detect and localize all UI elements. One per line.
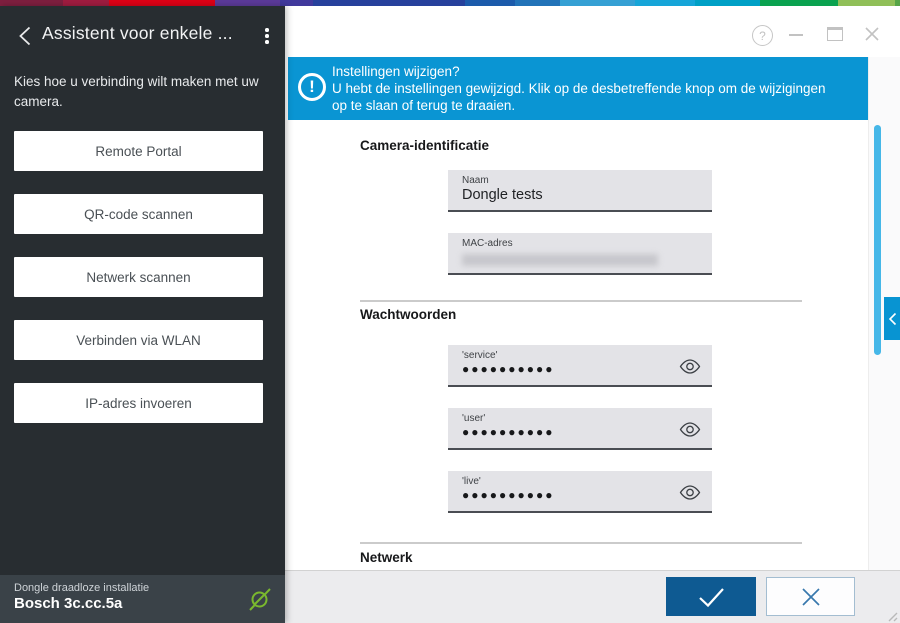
banner-text: Instellingen wijzigen? U hebt de instell… — [332, 63, 837, 114]
banner-message: U hebt de instellingen gewijzigd. Klik o… — [332, 81, 826, 113]
password-live-value: ●●●●●●●●●● — [462, 488, 555, 502]
dongle-connected-icon — [246, 585, 274, 613]
checkmark-icon — [699, 587, 724, 607]
help-icon[interactable]: ? — [752, 25, 773, 46]
minimize-icon[interactable] — [789, 34, 803, 36]
alert-icon: ! — [298, 73, 326, 101]
sidebar-button-connect-wlan[interactable]: Verbinden via WLAN — [14, 320, 263, 360]
password-user-value: ●●●●●●●●●● — [462, 425, 555, 439]
password-service-label: 'service' — [462, 350, 498, 361]
sidebar-footer: Dongle draadloze installatie Bosch 3c.cc… — [0, 575, 285, 623]
banner-title: Instellingen wijzigen? — [332, 64, 460, 79]
scrollbar-thumb[interactable] — [874, 125, 881, 355]
alert-glyph: ! — [309, 77, 315, 96]
section-title-network: Netwerk — [360, 550, 413, 565]
close-icon[interactable] — [863, 25, 881, 43]
section-divider — [360, 300, 802, 302]
show-password-icon[interactable] — [678, 421, 702, 438]
back-icon[interactable] — [14, 24, 38, 48]
settings-changed-banner: ! Instellingen wijzigen? U hebt de inste… — [288, 57, 868, 120]
maximize-icon[interactable] — [827, 27, 843, 41]
name-field[interactable]: Naam Dongle tests — [448, 170, 712, 212]
chevron-left-icon — [888, 312, 896, 325]
sidebar-button-remote-portal[interactable]: Remote Portal — [14, 131, 263, 171]
x-icon — [801, 587, 820, 606]
settings-form: Camera-identificatie Naam Dongle tests M… — [285, 120, 868, 570]
name-field-label: Naam — [462, 175, 489, 186]
password-field-service[interactable]: 'service' ●●●●●●●●●● — [448, 345, 712, 387]
action-bar — [285, 570, 900, 623]
password-live-label: 'live' — [462, 476, 481, 487]
sidebar-button-qr-code-scan[interactable]: QR-code scannen — [14, 194, 263, 234]
section-divider — [360, 542, 802, 544]
mac-address-value-redacted — [462, 254, 658, 266]
sidebar-description: Kies hoe u verbinding wilt maken met uw … — [14, 74, 259, 109]
mac-address-field[interactable]: MAC-adres — [448, 233, 712, 275]
panel-collapse-tab[interactable] — [884, 297, 900, 340]
password-field-user[interactable]: 'user' ●●●●●●●●●● — [448, 408, 712, 450]
password-user-label: 'user' — [462, 413, 486, 424]
password-service-value: ●●●●●●●●●● — [462, 362, 555, 376]
resize-grip[interactable] — [886, 609, 898, 622]
wizard-sidebar: Assistent voor enkele ... Kies hoe u ver… — [0, 6, 285, 623]
footer-device-name: Bosch 3c.cc.5a — [14, 595, 123, 612]
mac-address-label: MAC-adres — [462, 238, 513, 249]
sidebar-title: Assistent voor enkele ... — [42, 23, 233, 43]
name-field-value: Dongle tests — [462, 187, 543, 203]
app-window: ? ! Instellingen wijzigen? U hebt de ins… — [0, 0, 900, 623]
show-password-icon[interactable] — [678, 484, 702, 501]
discard-changes-button[interactable] — [766, 577, 855, 616]
footer-subtitle: Dongle draadloze installatie — [14, 582, 150, 594]
section-title-passwords: Wachtwoorden — [360, 307, 457, 322]
save-changes-button[interactable] — [666, 577, 756, 616]
help-glyph: ? — [759, 28, 766, 43]
show-password-icon[interactable] — [678, 358, 702, 375]
overflow-menu-icon[interactable] — [258, 24, 276, 48]
password-field-live[interactable]: 'live' ●●●●●●●●●● — [448, 471, 712, 513]
sidebar-button-enter-ip[interactable]: IP-adres invoeren — [14, 383, 263, 423]
section-title-camera-identification: Camera-identificatie — [360, 138, 490, 153]
sidebar-button-network-scan[interactable]: Netwerk scannen — [14, 257, 263, 297]
